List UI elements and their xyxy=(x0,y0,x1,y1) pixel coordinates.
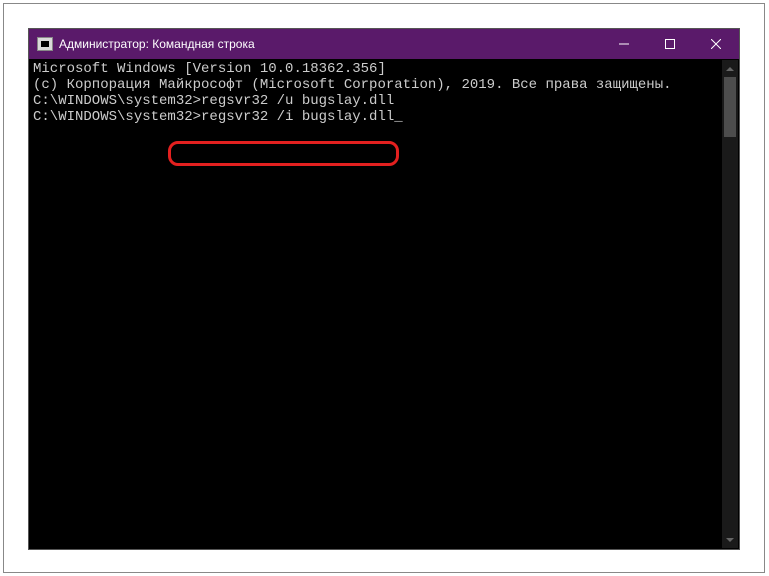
cmd-icon xyxy=(37,37,53,51)
scroll-track[interactable] xyxy=(722,77,738,531)
prompt-command: regsvr32 /u bugslay.dll xyxy=(201,93,394,109)
console-line: C:\WINDOWS\system32>regsvr32 /i bugslay.… xyxy=(33,109,733,125)
maximize-icon xyxy=(665,39,675,49)
window-title: Администратор: Командная строка xyxy=(59,37,255,51)
maximize-button[interactable] xyxy=(647,29,693,59)
vertical-scrollbar[interactable] xyxy=(722,60,738,548)
chevron-down-icon xyxy=(726,538,734,542)
prompt-path: C:\WINDOWS\system32> xyxy=(33,109,201,125)
prompt-path: C:\WINDOWS\system32> xyxy=(33,93,201,109)
console-line: Microsoft Windows [Version 10.0.18362.35… xyxy=(33,61,733,77)
console-line: C:\WINDOWS\system32>regsvr32 /u bugslay.… xyxy=(33,93,733,109)
console-line: (c) Корпорация Майкрософт (Microsoft Cor… xyxy=(33,77,733,93)
scroll-thumb[interactable] xyxy=(724,77,736,137)
chevron-up-icon xyxy=(726,67,734,71)
prompt-command: regsvr32 /i bugslay.dll xyxy=(201,109,394,125)
cmd-window: Администратор: Командная строка Microsof… xyxy=(28,28,740,550)
close-button[interactable] xyxy=(693,29,739,59)
minimize-icon xyxy=(619,39,629,49)
scroll-down-button[interactable] xyxy=(722,531,738,548)
window-controls xyxy=(601,29,739,59)
scroll-up-button[interactable] xyxy=(722,60,738,77)
cursor: _ xyxy=(394,109,402,125)
minimize-button[interactable] xyxy=(601,29,647,59)
titlebar[interactable]: Администратор: Командная строка xyxy=(29,29,739,59)
console-output[interactable]: Microsoft Windows [Version 10.0.18362.35… xyxy=(29,59,739,549)
close-icon xyxy=(711,39,721,49)
